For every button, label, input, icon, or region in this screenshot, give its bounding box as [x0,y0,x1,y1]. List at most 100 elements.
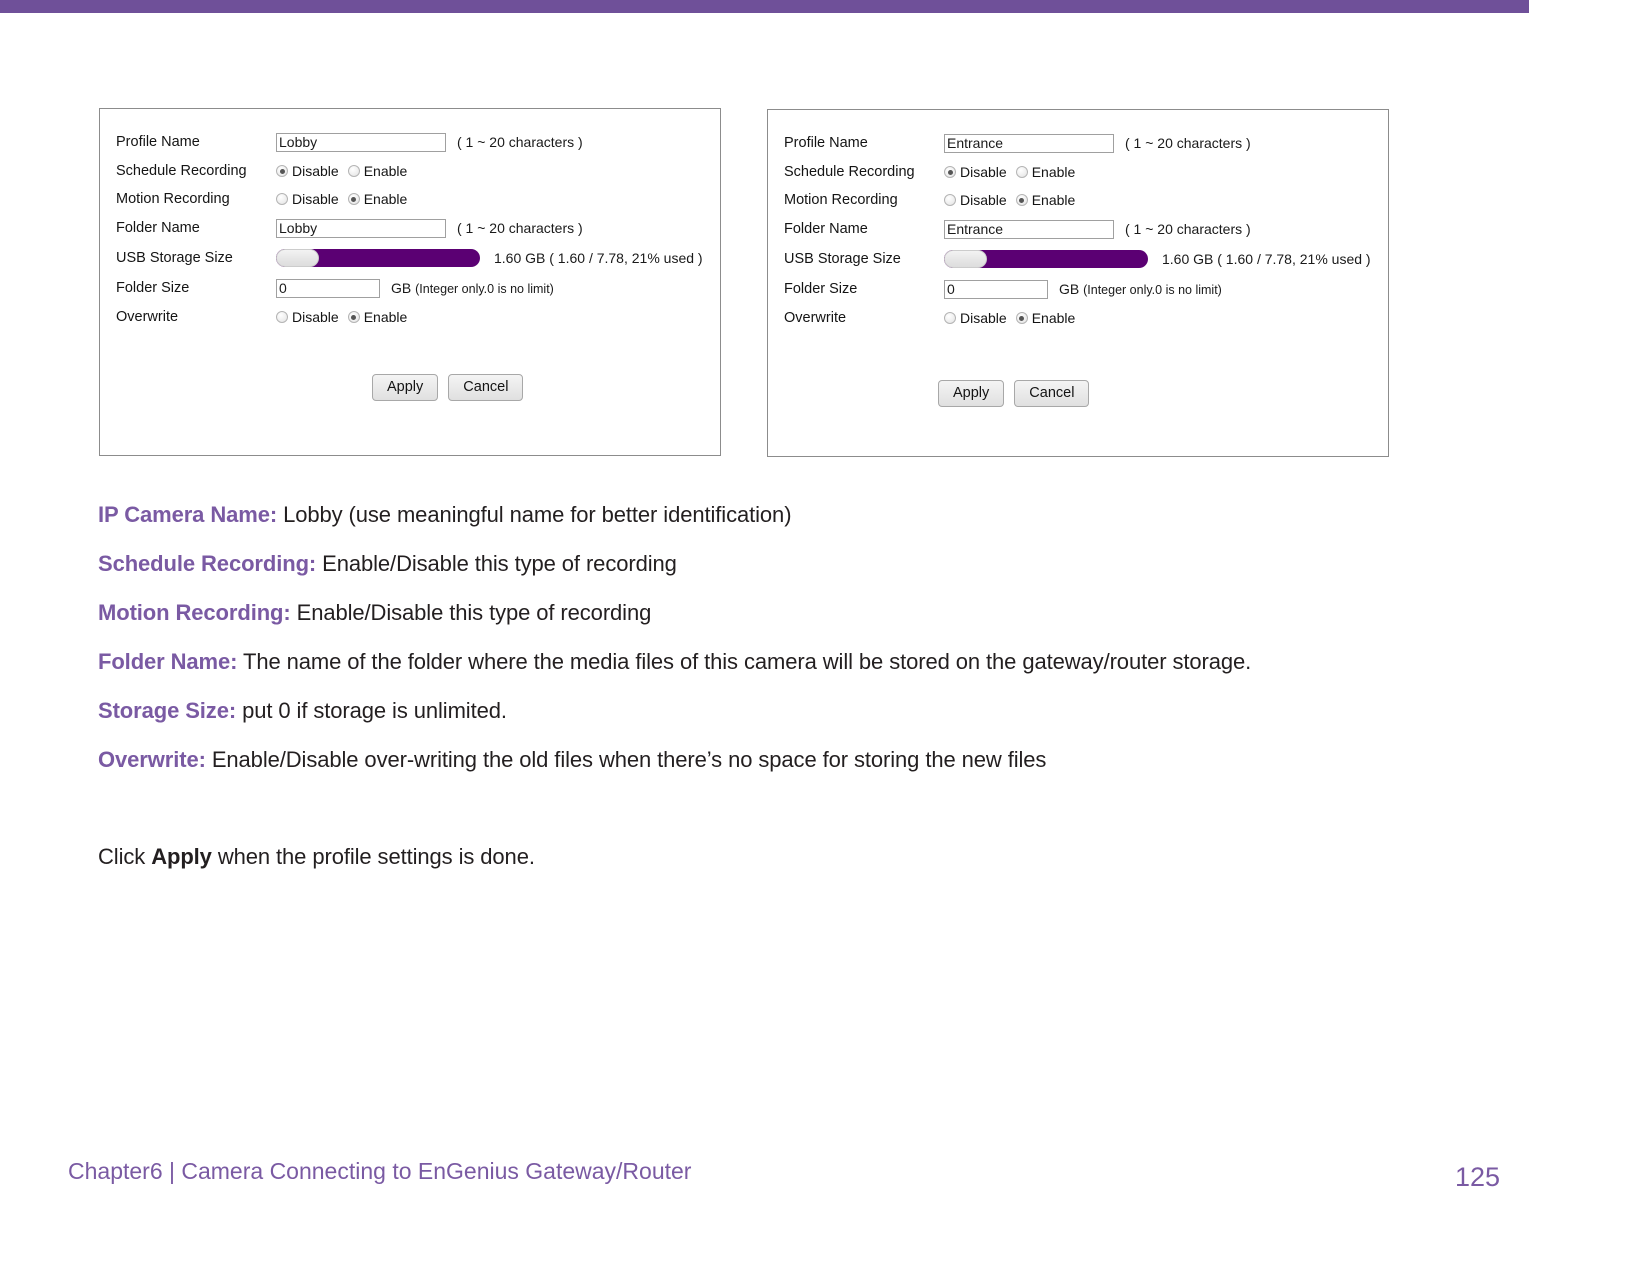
folder-size-label: Folder Size [116,280,190,296]
schedule-recording-label: Schedule Recording [784,164,915,180]
profile-name-hint: ( 1 ~ 20 characters ) [457,134,583,150]
description-line: Folder Name: The name of the folder wher… [98,637,1518,686]
row-overwrite: Overwrite Disable Enable [116,303,714,331]
folder-size-input[interactable] [944,279,1048,299]
motion-recording-label: Motion Recording [784,192,898,208]
description-line: Motion Recording: Enable/Disable this ty… [98,588,1518,637]
description-text: Enable/Disable this type of recording [316,551,677,576]
radio-option-label: Disable [960,310,1007,326]
schedule-recording-disable-option[interactable]: Disable [944,164,1007,180]
usb-storage-size-label: USB Storage Size [784,251,901,267]
radio-unselected-icon[interactable] [276,193,288,205]
cancel-button[interactable]: Cancel [1014,380,1090,407]
description-text: put 0 if storage is unlimited. [236,698,507,723]
profile-name-control: ( 1 ~ 20 characters ) [944,133,1251,153]
description-term: IP Camera Name: [98,502,278,527]
description-line: Storage Size: put 0 if storage is unlimi… [98,686,1518,735]
radio-selected-icon[interactable] [347,311,360,323]
row-schedule-recording: Schedule Recording Disable Enable [116,157,714,185]
overwrite-label: Overwrite [116,309,179,325]
usb-storage-meter-fill [944,250,987,268]
folder-name-control: ( 1 ~ 20 characters ) [276,218,583,238]
folder-size-unit: GB (Integer only.0 is no limit) [1059,281,1222,297]
radio-unselected-icon[interactable] [1015,166,1028,178]
row-profile-name: Profile Name ( 1 ~ 20 characters ) [784,128,1382,158]
top-accent-bar [0,0,1529,13]
schedule-recording-disable-option[interactable]: Disable [276,163,339,179]
motion-recording-disable-option[interactable]: Disable [944,192,1007,208]
apply-button[interactable]: Apply [938,380,1005,407]
form-rows: Profile Name ( 1 ~ 20 characters ) Sched… [784,128,1382,332]
apply-button[interactable]: Apply [372,374,439,401]
radio-selected-icon[interactable] [1015,312,1028,324]
folder-name-hint: ( 1 ~ 20 characters ) [1125,221,1251,237]
usb-storage-meter [276,249,480,267]
description-term: Overwrite: [98,747,206,772]
radio-option-label: Disable [960,192,1007,208]
profile-name-label: Profile Name [116,134,200,150]
radio-option-label: Disable [292,191,339,207]
row-overwrite: Overwrite Disable Enable [784,304,1382,332]
description-line: Overwrite: Enable/Disable over-writing t… [98,735,1518,784]
radio-option-label: Enable [1031,310,1076,326]
radio-option-label: Enable [363,163,408,179]
folder-name-label: Folder Name [116,220,200,236]
radio-option-label: Disable [292,163,339,179]
motion-recording-enable-option[interactable]: Enable [1015,192,1076,208]
folder-size-unit: GB (Integer only.0 is no limit) [391,280,554,296]
folder-name-hint: ( 1 ~ 20 characters ) [457,220,583,236]
folder-size-input[interactable] [276,278,380,298]
motion-recording-disable-option[interactable]: Disable [276,191,339,207]
row-motion-recording: Motion Recording Disable Enable [116,185,714,213]
description-line: Schedule Recording: Enable/Disable this … [98,539,1518,588]
description-term: Motion Recording: [98,600,291,625]
motion-recording-enable-option[interactable]: Enable [347,191,407,207]
folder-size-unit-text: GB [391,280,412,296]
overwrite-disable-option[interactable]: Disable [276,309,339,325]
description-line: IP Camera Name: Lobby (use meaningful na… [98,490,1518,539]
overwrite-enable-option[interactable]: Enable [1015,310,1076,326]
overwrite-label: Overwrite [784,310,847,326]
radio-unselected-icon[interactable] [276,311,288,323]
description-term: Storage Size: [98,698,237,723]
schedule-recording-radio-group: Disable Enable [944,164,1075,180]
usb-storage-meter-text: 1.60 GB ( 1.60 / 7.78, 21% used ) [494,250,703,266]
radio-unselected-icon[interactable] [944,194,956,206]
radio-option-label: Enable [1031,192,1076,208]
folder-size-control: GB (Integer only.0 is no limit) [276,278,554,298]
cancel-button[interactable]: Cancel [448,374,524,401]
radio-option-label: Enable [1031,164,1076,180]
panel-action-buttons: Apply Cancel [372,374,524,401]
radio-selected-icon[interactable] [944,166,956,178]
row-folder-name: Folder Name ( 1 ~ 20 characters ) [116,213,714,243]
profile-name-input[interactable] [944,133,1114,153]
row-usb-storage-size: USB Storage Size 1.60 GB ( 1.60 / 7.78, … [116,243,714,273]
schedule-recording-enable-option[interactable]: Enable [1015,164,1076,180]
schedule-recording-radio-group: Disable Enable [276,163,407,179]
row-schedule-recording: Schedule Recording Disable Enable [784,158,1382,186]
form-rows: Profile Name ( 1 ~ 20 characters ) Sched… [116,127,714,331]
folder-size-hint: (Integer only.0 is no limit) [1083,283,1222,297]
folder-name-control: ( 1 ~ 20 characters ) [944,219,1251,239]
profile-name-hint: ( 1 ~ 20 characters ) [1125,135,1251,151]
schedule-recording-enable-option[interactable]: Enable [347,163,408,179]
row-usb-storage-size: USB Storage Size 1.60 GB ( 1.60 / 7.78, … [784,244,1382,274]
description-term: Schedule Recording: [98,551,317,576]
profile-name-label: Profile Name [784,135,868,151]
folder-name-input[interactable] [276,218,446,238]
radio-selected-icon[interactable] [1015,194,1028,206]
radio-unselected-icon[interactable] [944,312,956,324]
radio-unselected-icon[interactable] [347,165,360,177]
row-folder-size: Folder Size GB (Integer only.0 is no lim… [116,273,714,303]
overwrite-disable-option[interactable]: Disable [944,310,1007,326]
description-list: IP Camera Name: Lobby (use meaningful na… [98,490,1518,881]
profile-name-input[interactable] [276,132,446,152]
folder-name-input[interactable] [944,219,1114,239]
motion-recording-radio-group: Disable Enable [944,192,1075,208]
radio-selected-icon[interactable] [347,193,360,205]
motion-recording-label: Motion Recording [116,191,230,207]
radio-selected-icon[interactable] [276,165,288,177]
overwrite-enable-option[interactable]: Enable [347,309,407,325]
description-term: Folder Name: [98,649,238,674]
folder-size-control: GB (Integer only.0 is no limit) [944,279,1222,299]
